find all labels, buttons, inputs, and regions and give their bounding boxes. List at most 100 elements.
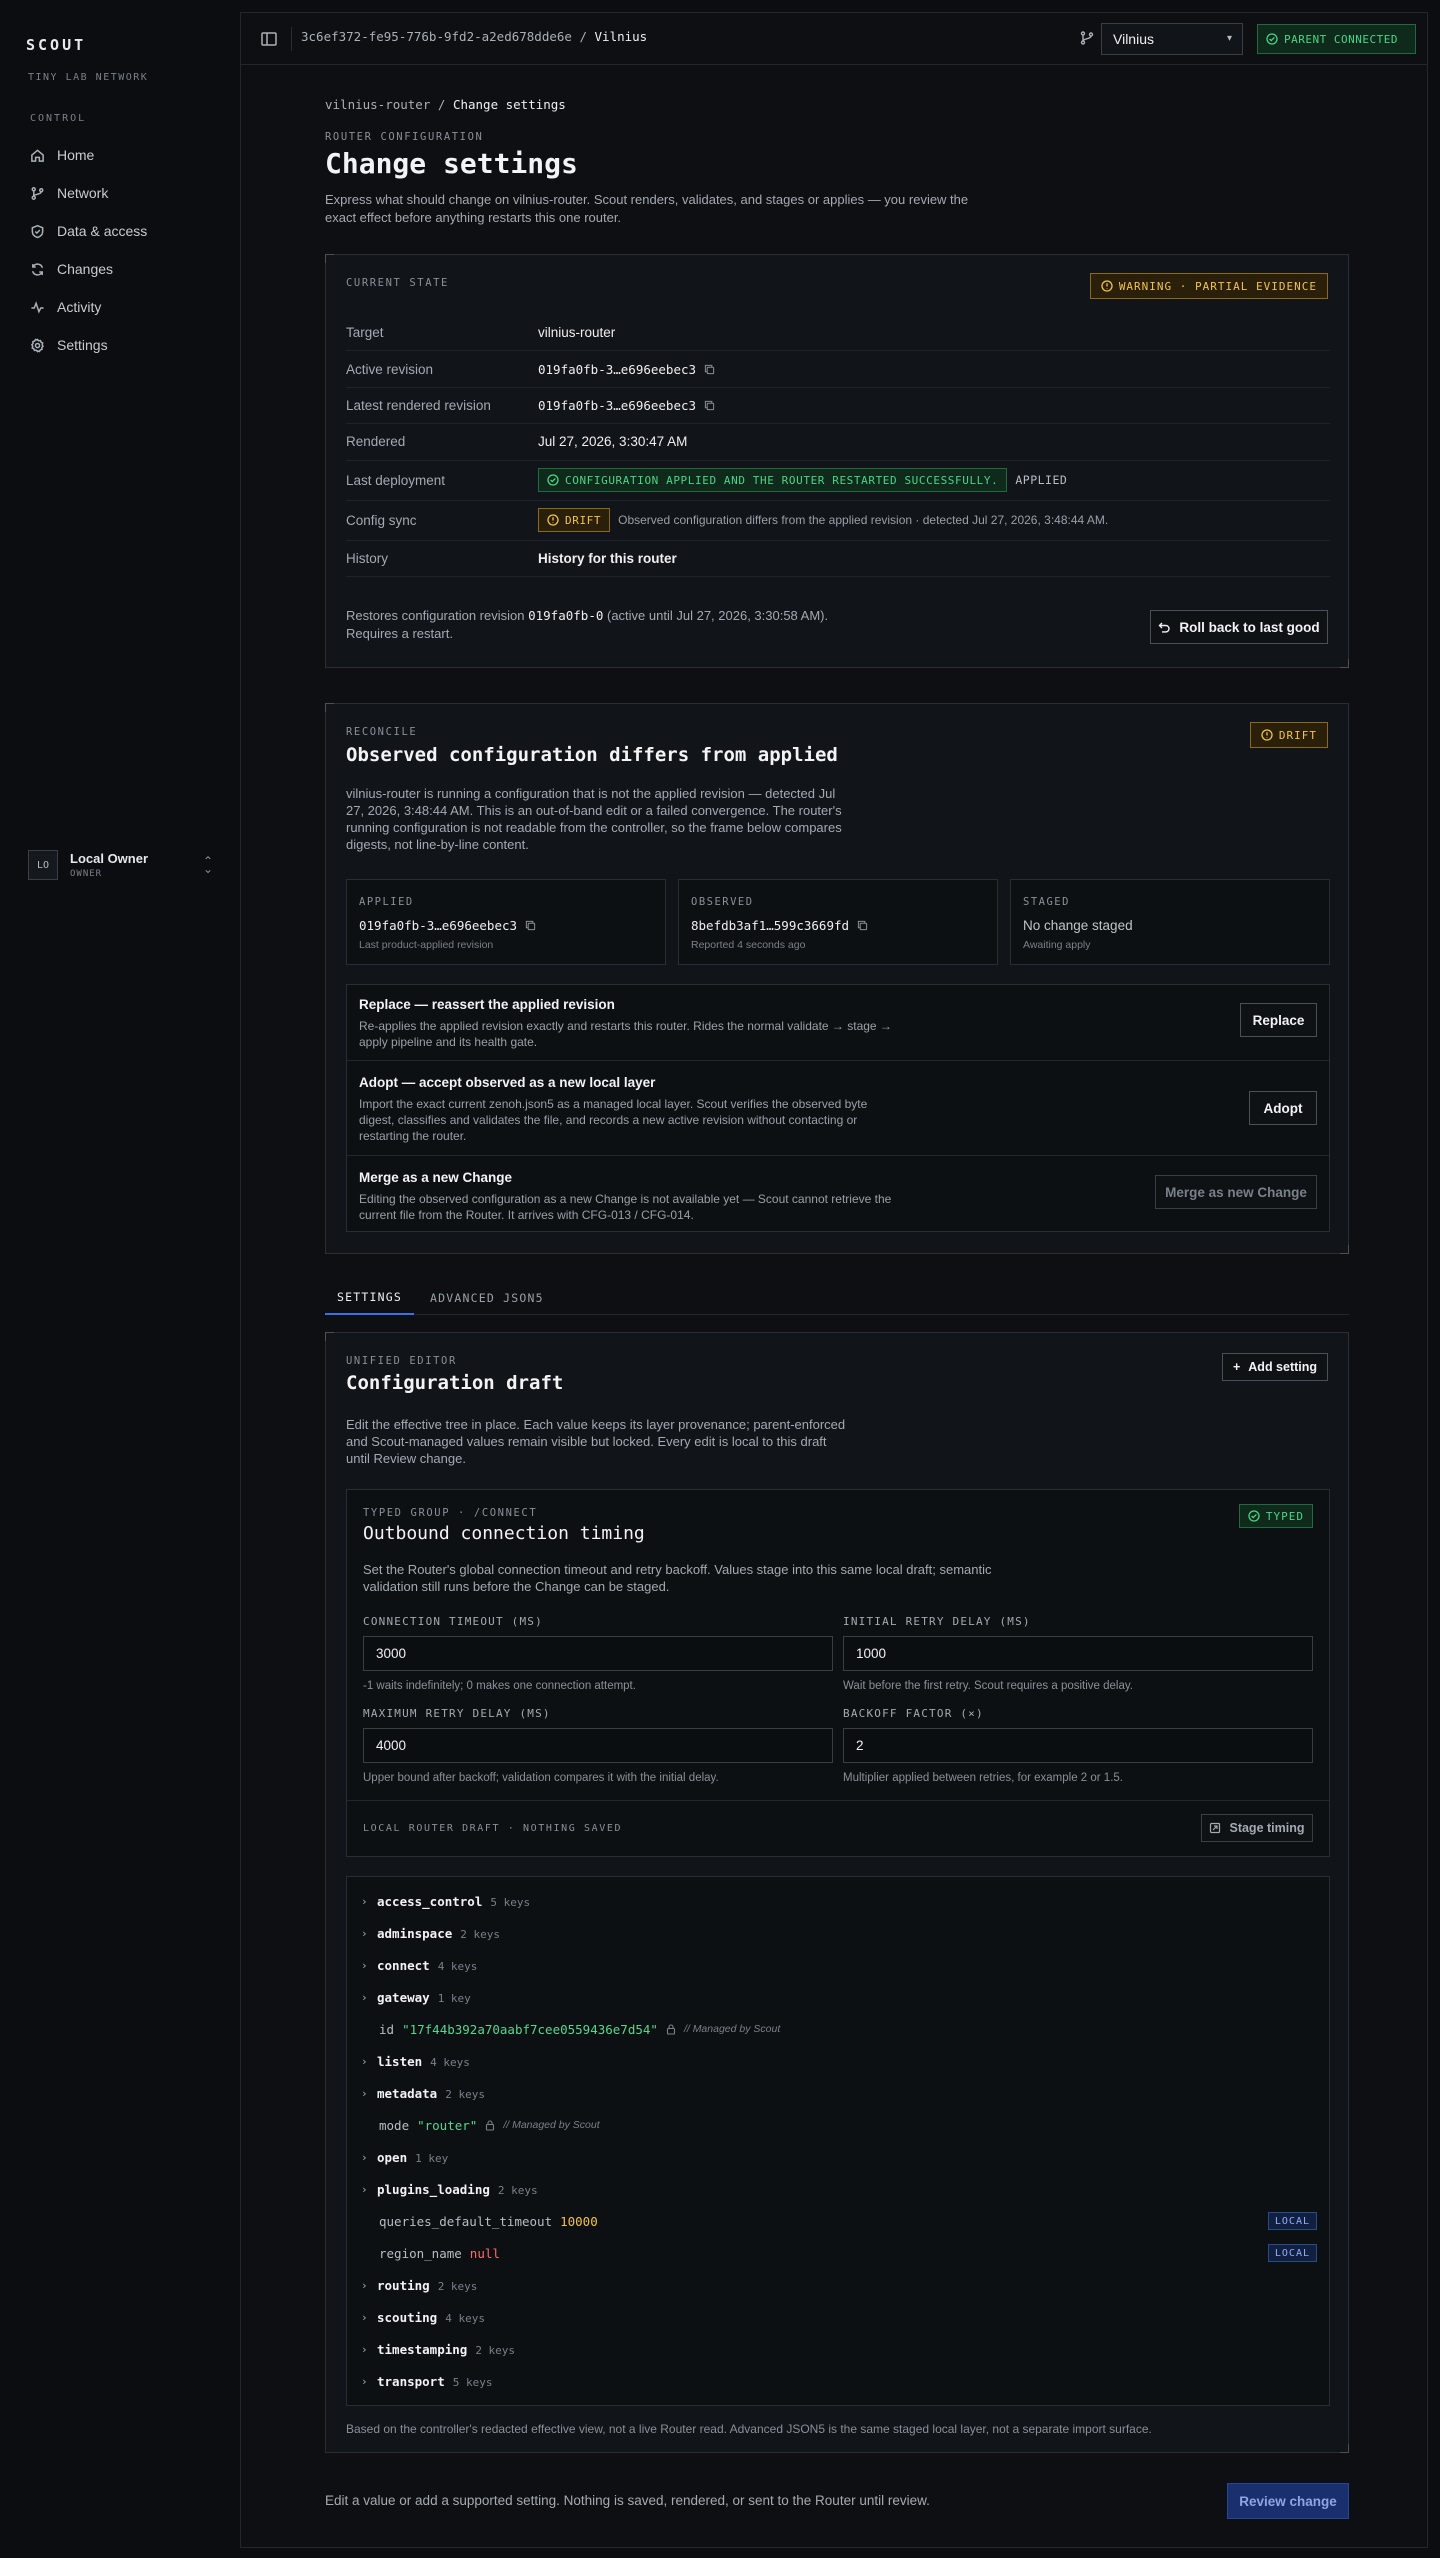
state-row-target: Target vilnius-router [346, 315, 1330, 352]
draft-status: LOCAL ROUTER DRAFT · NOTHING SAVED [363, 1823, 623, 1834]
action-description: Re-applies the applied revision exactly … [359, 1019, 892, 1049]
reconcile-eyebrow: RECONCILE [346, 726, 418, 738]
tree-leaf-region-name[interactable]: region_name null LOCAL [347, 2237, 1329, 2269]
tree-node-metadata[interactable]: › metadata 2 keys [347, 2077, 1329, 2109]
tree-node-scouting[interactable]: › scouting 4 keys [347, 2301, 1329, 2333]
key-count: 2 keys [460, 1927, 501, 1941]
check-circle-icon [1266, 33, 1278, 45]
key-count: 4 keys [445, 2311, 485, 2325]
copy-icon[interactable] [857, 920, 868, 931]
field-label: INITIAL RETRY DELAY (MS) [843, 1615, 1031, 1628]
chevron-right-icon: › [361, 2086, 368, 2100]
tree-node-connect[interactable]: › connect 4 keys [347, 1949, 1329, 1981]
tree-node-gateway[interactable]: › gateway 1 key [347, 1981, 1329, 2013]
tree-node-routing[interactable]: › routing 2 keys [347, 2269, 1329, 2301]
site-name: Vilnius [594, 29, 648, 44]
account-switcher[interactable]: LO Local Owner OWNER ⌃ ⌄ [28, 846, 213, 884]
typed-badge-text: TYPED [1265, 1509, 1304, 1523]
add-setting-button[interactable]: + Add setting [1222, 1353, 1328, 1381]
reconcile-description: vilnius-router is running a configuratio… [346, 786, 842, 852]
state-row-last-deployment: Last deployment CONFIGURATION APPLIED AN… [346, 461, 1330, 501]
merge-button[interactable]: Merge as new Change [1155, 1175, 1317, 1209]
rollback-button[interactable]: Roll back to last good [1150, 610, 1328, 644]
parent-connected-badge: PARENT CONNECTED [1257, 24, 1416, 54]
draft-title: Configuration draft [346, 1372, 564, 1394]
stage-timing-button[interactable]: Stage timing [1201, 1814, 1313, 1842]
sidebar-item-label: Changes [57, 261, 114, 277]
backoff-factor-input[interactable] [843, 1728, 1313, 1763]
copy-icon[interactable] [525, 920, 536, 931]
managed-note: // Managed by Scout [503, 2119, 600, 2131]
state-row-active-revision: Active revision 019fa0fb-3…e696eebec3 [346, 351, 1330, 388]
initial-retry-delay-input[interactable] [843, 1636, 1313, 1671]
copy-icon[interactable] [704, 364, 715, 375]
config-sync-note: Observed configuration differs from the … [618, 513, 1109, 528]
tree-leaf-metadata-mode: mode "router" // Managed by Scout [347, 2109, 1329, 2141]
nav-section-label: CONTROL [30, 113, 87, 124]
sidebar-item-network[interactable]: Network [22, 174, 222, 212]
chevron-right-icon: › [361, 2278, 368, 2292]
chevron-right-icon: › [361, 1990, 368, 2004]
draft-eyebrow: UNIFIED EDITOR [346, 1355, 457, 1367]
tree-node-transport[interactable]: › transport 5 keys [347, 2365, 1329, 2397]
tab-advanced-json5[interactable]: ADVANCED JSON5 [430, 1281, 544, 1315]
sidebar-item-activity[interactable]: Activity [22, 288, 222, 326]
tree-node-access-control[interactable]: › access_control 5 keys [347, 1885, 1329, 1917]
site-select[interactable]: Vilnius ▾ [1101, 23, 1243, 55]
branch-icon [1080, 31, 1094, 45]
chevron-right-icon: › [361, 2054, 368, 2068]
state-label: History [346, 550, 389, 566]
parent-status-text: PARENT CONNECTED [1284, 32, 1398, 46]
brand-logo[interactable]: SCOUT [26, 36, 86, 54]
key-count: 5 keys [490, 1895, 531, 1909]
account-name: Local Owner [70, 851, 149, 866]
adopt-button[interactable]: Adopt [1249, 1091, 1317, 1125]
state-label: Config sync [346, 512, 417, 528]
divider [291, 27, 292, 51]
rollback-label: Roll back to last good [1179, 619, 1320, 635]
alert-circle-icon [1101, 280, 1113, 292]
add-setting-label: Add setting [1248, 1360, 1318, 1374]
action-adopt: Adopt — accept observed as a new local l… [347, 1061, 1329, 1156]
state-row-config-sync: Config sync DRIFT Observed configuration… [346, 501, 1330, 541]
typed-group-description: Set the Router's global connection timeo… [363, 1562, 992, 1594]
sidebar-item-home[interactable]: Home [22, 136, 222, 174]
sidebar-toggle-icon[interactable] [259, 29, 279, 49]
tree-node-timestamping[interactable]: › timestamping 2 keys [347, 2333, 1329, 2365]
tree-node-open[interactable]: › open 1 key [347, 2141, 1329, 2173]
replace-button[interactable]: Replace [1240, 1003, 1317, 1037]
tab-settings[interactable]: SETTINGS [325, 1281, 414, 1315]
leaf-value: null [469, 2245, 500, 2261]
action-description: Editing the observed configuration as a … [359, 1192, 892, 1222]
maximum-retry-delay-input[interactable] [363, 1728, 833, 1763]
active-revision-value: 019fa0fb-3…e696eebec3 [538, 362, 715, 377]
tree-node-adminspace[interactable]: › adminspace 2 keys [347, 1917, 1329, 1949]
tree-leaf-queries-default-timeout[interactable]: queries_default_timeout 10000 LOCAL [347, 2205, 1329, 2237]
state-label: Target [346, 325, 384, 341]
revision-hash: 019fa0fb-3…e696eebec3 [538, 397, 697, 413]
restore-suffix: (active until Jul 27, 2026, 3:30:58 AM). [607, 608, 829, 623]
restore-note: Requires a restart. [346, 626, 453, 641]
tree-key: scouting 4 keys [377, 2309, 485, 2325]
reconcile-card: RECONCILE Observed configuration differs… [325, 703, 1349, 1254]
copy-icon[interactable] [704, 400, 715, 411]
history-link[interactable]: History for this router [538, 551, 677, 566]
tree-node-plugins-loading[interactable]: › plugins_loading 2 keys [347, 2173, 1329, 2205]
initial-retry-delay-field: INITIAL RETRY DELAY (MS) Wait before the… [843, 1615, 1313, 1692]
action-title: Replace — reassert the applied revision [359, 997, 615, 1012]
sidebar-item-changes[interactable]: Changes [22, 250, 222, 288]
sidebar-item-data-access[interactable]: Data & access [22, 212, 222, 250]
connection-timeout-input[interactable] [363, 1636, 833, 1671]
review-change-button[interactable]: Review change [1227, 2483, 1349, 2519]
field-label: BACKOFF FACTOR (×) [843, 1707, 984, 1720]
staged-label: STAGED [1023, 896, 1070, 908]
restore-info: Restores configuration revision 019fa0fb… [346, 607, 828, 643]
router-id[interactable]: 3c6ef372-fe95-776b-9fd2-a2ed678dde6e [301, 29, 572, 44]
state-label: Rendered [346, 434, 406, 450]
tree-node-listen[interactable]: › listen 4 keys [347, 2045, 1329, 2077]
sidebar-item-settings[interactable]: Settings [22, 326, 222, 364]
breadcrumb-parent[interactable]: vilnius-router [325, 97, 430, 112]
deployment-status-text: CONFIGURATION APPLIED AND THE ROUTER RES… [565, 473, 999, 487]
state-label: Last deployment [346, 472, 446, 488]
key-count: 1 key [415, 2151, 449, 2165]
